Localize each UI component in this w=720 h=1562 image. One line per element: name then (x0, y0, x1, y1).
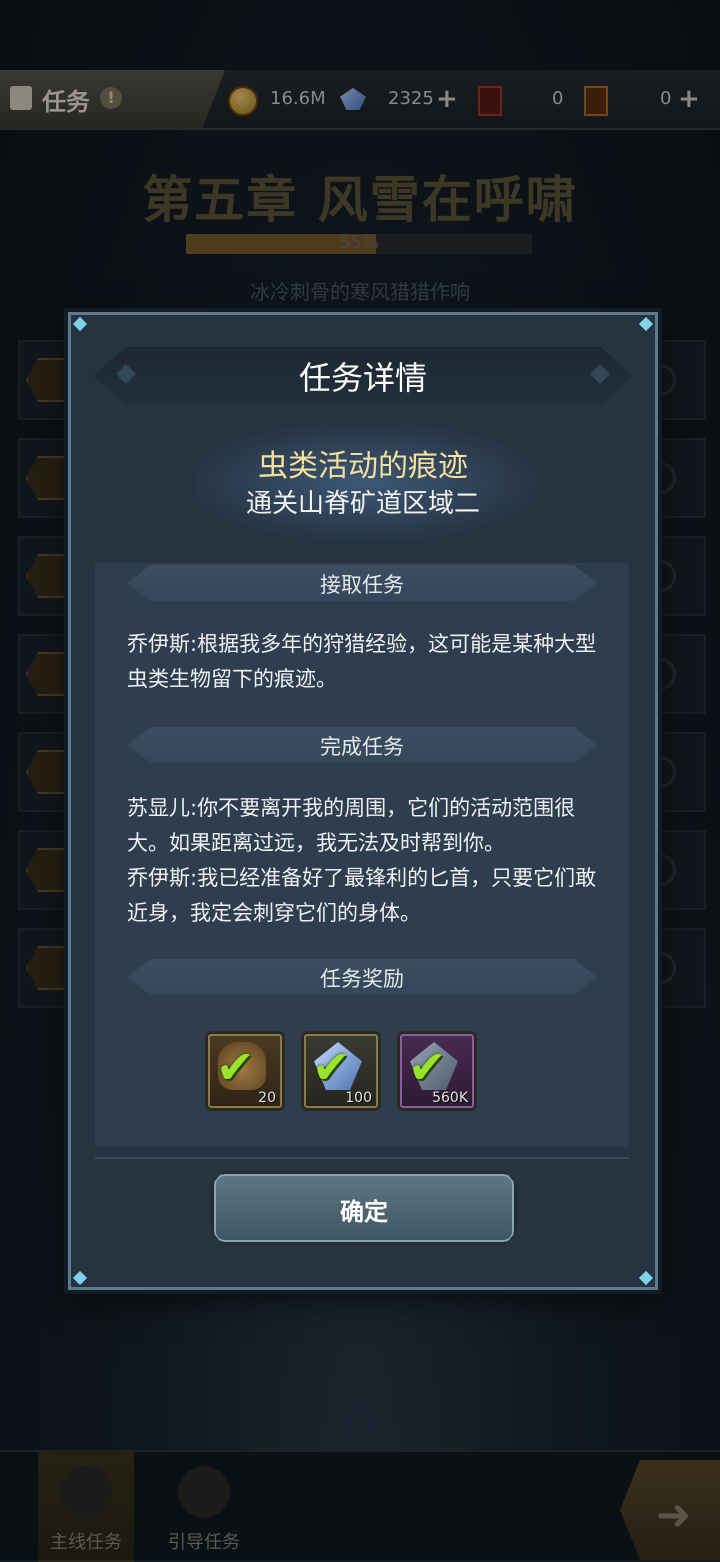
reward-qty: 20 (258, 1090, 276, 1106)
section-complete: 完成任务 (127, 727, 597, 763)
reward-slot[interactable]: ✔ 560K (397, 1031, 477, 1111)
check-icon: ✔ (216, 1040, 255, 1094)
check-icon: ✔ (408, 1040, 447, 1094)
complete-dialogue-1: 苏显儿:你不要离开我的周围，它们的活动范围很大。如果距离过远，我无法及时帮到你。 (127, 796, 576, 855)
accept-dialogue: 乔伊斯:根据我多年的狩猎经验，这可能是某种大型虫类生物留下的痕迹。 (127, 632, 597, 691)
reward-slot[interactable]: ✔ 100 (301, 1031, 381, 1111)
quest-detail-dialog: 任务详情 虫类活动的痕迹 通关山脊矿道区域二 接取任务 乔伊斯:根据我多年的狩猎… (68, 312, 658, 1290)
section-reward-title: 任务奖励 (320, 967, 404, 991)
dialog-title: 任务详情 (298, 359, 427, 397)
divider (95, 1157, 629, 1159)
reward-qty: 100 (345, 1090, 372, 1106)
corner-ornament (638, 316, 654, 332)
complete-dialogue-2: 乔伊斯:我已经准备好了最锋利的匕首，只要它们敢近身，我定会刺穿它们的身体。 (127, 866, 597, 925)
reward-qty: 560K (432, 1090, 468, 1106)
section-reward: 任务奖励 (127, 959, 597, 995)
check-icon: ✔ (312, 1040, 351, 1094)
section-accept: 接取任务 (127, 565, 597, 601)
confirm-button-label: 确定 (340, 1198, 388, 1226)
reward-slot[interactable]: ✔ 20 (205, 1031, 285, 1111)
corner-ornament (638, 1270, 654, 1286)
quest-goal: 通关山脊矿道区域二 (245, 489, 480, 519)
section-accept-title: 接取任务 (320, 573, 404, 597)
confirm-button[interactable]: 确定 (211, 1171, 517, 1245)
quest-name: 虫类活动的痕迹 (258, 449, 468, 484)
section-complete-title: 完成任务 (320, 735, 404, 759)
corner-ornament (72, 1270, 88, 1286)
dialog-content: 接取任务 乔伊斯:根据我多年的狩猎经验，这可能是某种大型虫类生物留下的痕迹。 完… (95, 563, 629, 1147)
corner-ornament (72, 316, 88, 332)
